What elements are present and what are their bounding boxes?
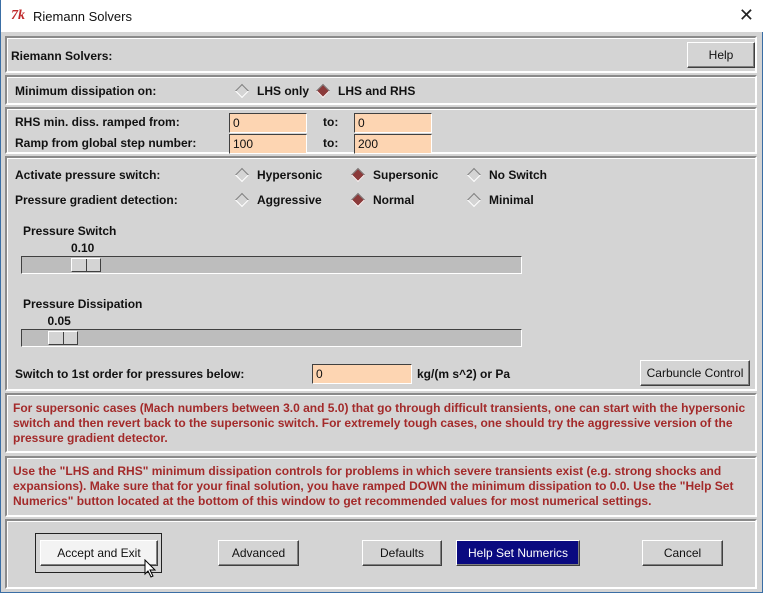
- radio-supersonic[interactable]: Supersonic: [350, 167, 439, 183]
- section-title: Riemann Solvers:: [11, 49, 113, 63]
- radio-indicator-icon: [234, 83, 250, 99]
- radio-label: Hypersonic: [257, 168, 323, 182]
- defaults-button[interactable]: Defaults: [362, 540, 442, 566]
- tk-icon: 7k: [11, 8, 25, 23]
- min-diss-panel: Minimum dissipation on: LHS only LHS and…: [5, 75, 757, 105]
- radio-indicator-icon: [234, 167, 250, 183]
- header-panel: Riemann Solvers: Help: [5, 36, 757, 73]
- min-diss-label: Minimum dissipation on:: [15, 84, 157, 98]
- radio-indicator-icon: [466, 167, 482, 183]
- radio-label: LHS only: [257, 84, 310, 98]
- carbuncle-control-button[interactable]: Carbuncle Control: [640, 360, 750, 386]
- radio-label: Normal: [373, 193, 415, 207]
- radio-indicator-icon: [466, 192, 482, 208]
- radio-label: LHS and RHS: [338, 84, 416, 98]
- pressure-dissipation-slider-label: Pressure Dissipation: [23, 297, 143, 311]
- title-bar: 7k Riemann Solvers ✕: [1, 0, 763, 32]
- radio-minimal[interactable]: Minimal: [466, 192, 534, 208]
- first-order-label: Switch to 1st order for pressures below:: [15, 367, 245, 381]
- mouse-cursor-icon: [144, 559, 157, 578]
- pressure-switch-slider-label: Pressure Switch: [23, 224, 117, 238]
- gradient-detection-label: Pressure gradient detection:: [15, 193, 178, 207]
- info-text: Use the "LHS and RHS" minimum dissipatio…: [13, 464, 734, 508]
- step-from-input[interactable]: 100: [229, 134, 307, 154]
- help-set-numerics-button[interactable]: Help Set Numerics: [456, 540, 580, 566]
- window: 7k Riemann Solvers ✕ Riemann Solvers: He…: [0, 0, 763, 593]
- step-to-input[interactable]: 200: [354, 134, 432, 154]
- radio-label: No Switch: [489, 168, 548, 182]
- radio-lhs-and-rhs[interactable]: LHS and RHS: [315, 83, 416, 99]
- close-icon[interactable]: ✕: [739, 5, 754, 26]
- radio-lhs-only[interactable]: LHS only: [234, 83, 310, 99]
- radio-aggressive[interactable]: Aggressive: [234, 192, 322, 208]
- info-panel-1: For supersonic cases (Mach numbers betwe…: [5, 393, 757, 453]
- pressure-switch-value: 0.10: [71, 241, 95, 255]
- radio-label: Aggressive: [257, 193, 322, 207]
- rhs-to-input[interactable]: 0: [354, 113, 432, 133]
- accept-and-exit-button[interactable]: Accept and Exit: [40, 540, 158, 566]
- radio-hypersonic[interactable]: Hypersonic: [234, 167, 323, 183]
- rhs-ramp-label: RHS min. diss. ramped from:: [15, 115, 180, 129]
- to-label: to:: [323, 136, 339, 150]
- window-title: Riemann Solvers: [33, 8, 132, 24]
- info-text: For supersonic cases (Mach numbers betwe…: [13, 401, 746, 445]
- slider-thumb[interactable]: [71, 258, 101, 272]
- radio-indicator-icon: [350, 167, 366, 183]
- pressure-switch-slider[interactable]: [21, 256, 522, 274]
- first-order-pressure-input[interactable]: 0: [312, 364, 412, 384]
- radio-indicator-icon: [350, 192, 366, 208]
- radio-indicator-icon: [315, 83, 331, 99]
- ramp-panel: RHS min. diss. ramped from: 0 to: 0 Ramp…: [5, 107, 757, 154]
- to-label: to:: [323, 115, 339, 129]
- rhs-from-input[interactable]: 0: [229, 113, 307, 133]
- radio-no-switch[interactable]: No Switch: [466, 167, 548, 183]
- pressure-switch-label: Activate pressure switch:: [15, 168, 161, 182]
- pressure-dissipation-value: 0.05: [47, 314, 71, 328]
- cancel-button[interactable]: Cancel: [642, 540, 723, 566]
- step-ramp-label: Ramp from global step number:: [15, 136, 197, 150]
- advanced-button[interactable]: Advanced: [218, 540, 299, 566]
- pressure-panel: Activate pressure switch: Hypersonic Sup…: [5, 156, 757, 391]
- radio-indicator-icon: [234, 192, 250, 208]
- help-button[interactable]: Help: [687, 42, 755, 68]
- radio-label: Minimal: [489, 193, 534, 207]
- slider-thumb[interactable]: [47, 331, 78, 345]
- pressure-dissipation-slider[interactable]: [21, 329, 522, 347]
- radio-normal[interactable]: Normal: [350, 192, 415, 208]
- units-label: kg/(m s^2) or Pa: [417, 367, 511, 381]
- info-panel-2: Use the "LHS and RHS" minimum dissipatio…: [5, 456, 757, 517]
- button-panel: Accept and Exit Advanced Defaults Help S…: [5, 519, 757, 589]
- radio-label: Supersonic: [373, 168, 439, 182]
